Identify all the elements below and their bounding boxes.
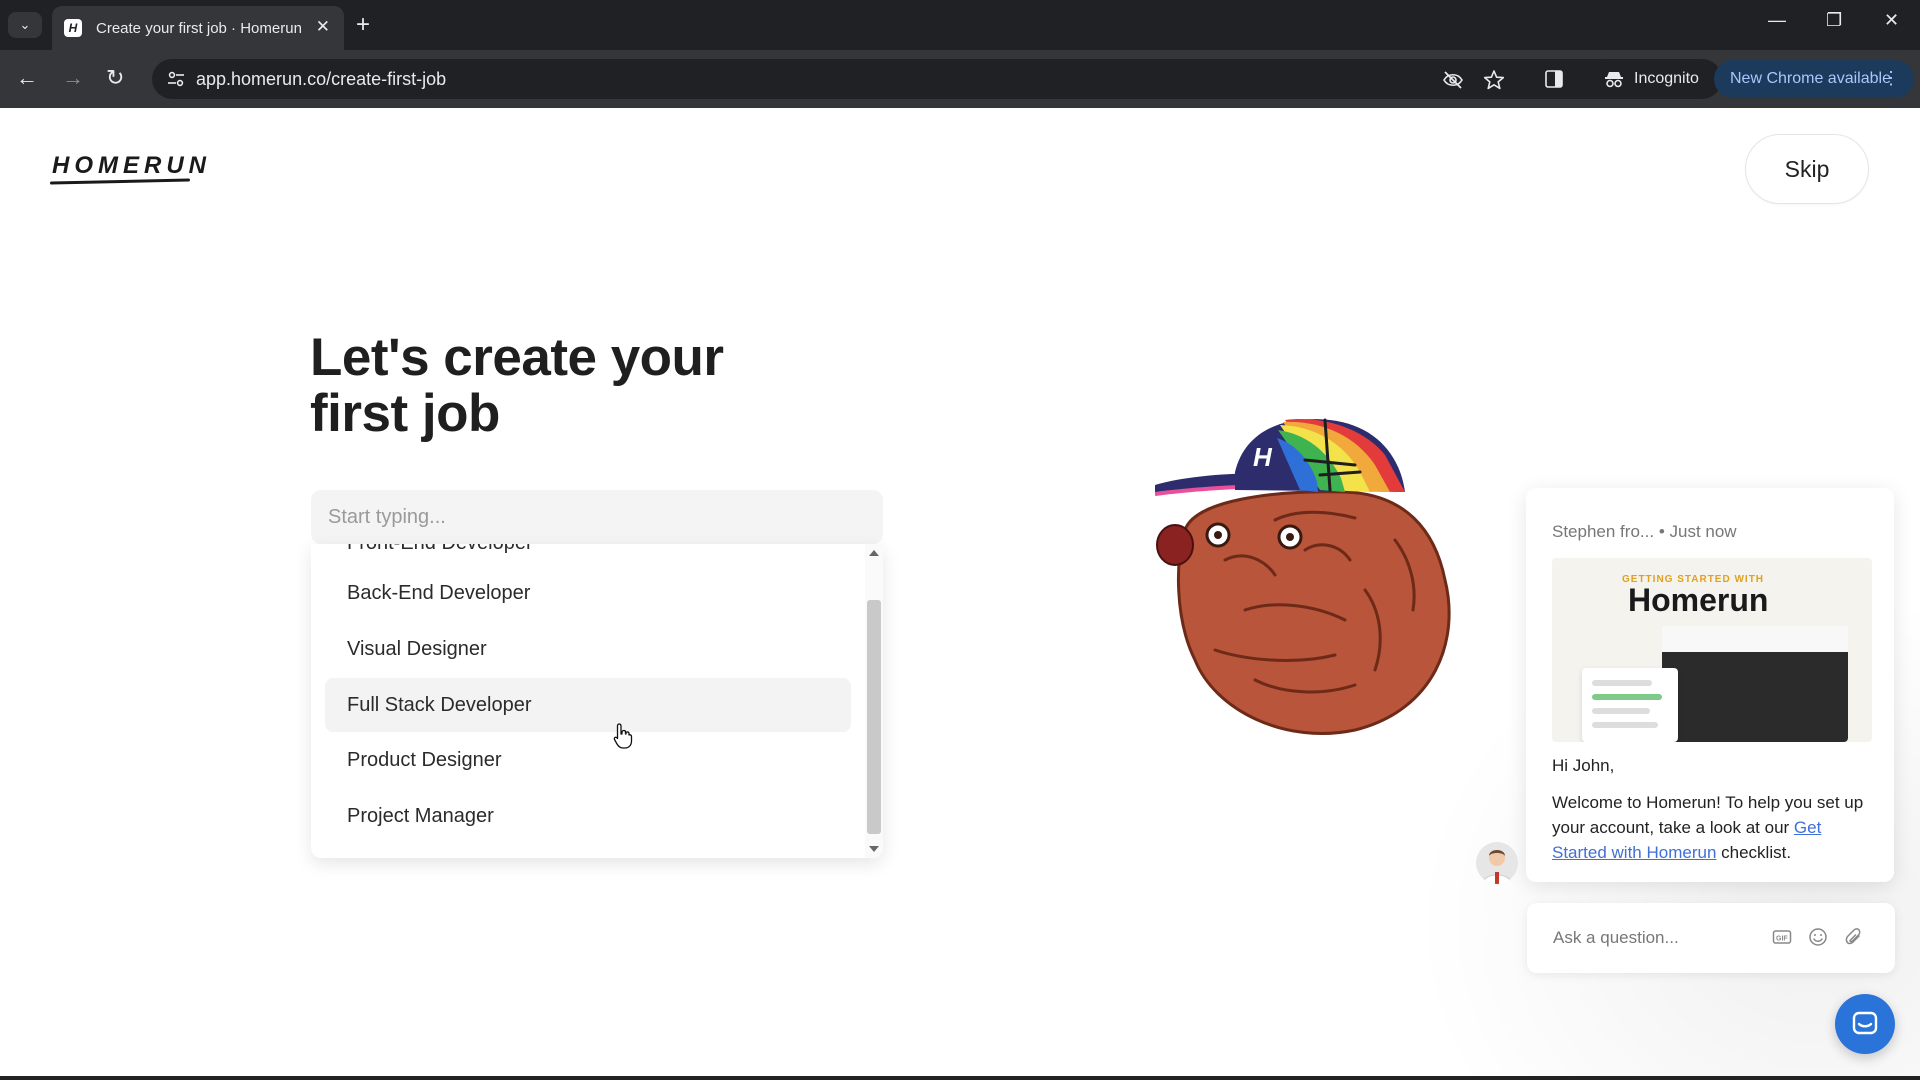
image-row bbox=[1592, 694, 1662, 700]
svg-text:GIF: GIF bbox=[1776, 936, 1788, 943]
option-product-designer[interactable]: Product Designer bbox=[325, 733, 851, 787]
incognito-icon bbox=[1605, 72, 1623, 88]
minimize-icon[interactable]: — bbox=[1768, 10, 1786, 31]
page-title: Let's create your first job bbox=[310, 328, 724, 443]
chat-message-card[interactable]: Stephen fro... • Just now GETTING STARTE… bbox=[1526, 488, 1894, 882]
browser-toolbar: ← → ↻ app.homerun.co/create-first-job In… bbox=[0, 50, 1920, 108]
chat-composer: GIF bbox=[1527, 903, 1895, 973]
image-title: Homerun bbox=[1628, 582, 1769, 618]
arrow-right-icon[interactable]: → bbox=[62, 66, 84, 90]
scroll-down-icon[interactable] bbox=[869, 846, 879, 852]
gif-icon[interactable]: GIF bbox=[1772, 927, 1792, 947]
chevron-down-icon: ⌄ bbox=[19, 17, 31, 32]
getting-started-image[interactable]: GETTING STARTED WITH Homerun bbox=[1552, 558, 1872, 742]
homerun-favicon-icon: H bbox=[64, 19, 82, 37]
chat-message-post: checklist. bbox=[1716, 843, 1792, 862]
bottom-edge bbox=[0, 1076, 1920, 1080]
incognito-indicator[interactable]: Incognito bbox=[1590, 62, 1713, 96]
incognito-label: Incognito bbox=[1634, 70, 1699, 87]
tune-icon[interactable] bbox=[166, 69, 186, 89]
homerun-logo[interactable]: HOMERUN bbox=[52, 152, 211, 180]
skip-button[interactable]: Skip bbox=[1745, 134, 1869, 204]
more-vertical-icon[interactable]: ⋮ bbox=[1882, 68, 1900, 89]
address-bar[interactable]: app.homerun.co/create-first-job bbox=[152, 59, 1722, 99]
chat-icon bbox=[1852, 1011, 1878, 1035]
chat-message-text: Welcome to Homerun! To help you set up y… bbox=[1552, 790, 1874, 865]
image-job-list bbox=[1582, 668, 1678, 742]
side-panel-icon[interactable] bbox=[1544, 69, 1564, 89]
agent-avatar bbox=[1476, 842, 1518, 884]
tab-title: Create your first job · Homerun bbox=[96, 19, 302, 37]
tab-strip: ⌄ H Create your first job · Homerun ✕ + … bbox=[0, 0, 1920, 50]
hand-cursor-icon bbox=[613, 723, 633, 749]
option-back-end-developer[interactable]: Back-End Developer bbox=[325, 566, 851, 620]
mascot-cap-letter: H bbox=[1253, 442, 1273, 472]
new-chrome-button[interactable]: New Chrome available ⋮ bbox=[1714, 60, 1914, 98]
restore-icon[interactable]: ❐ bbox=[1826, 10, 1842, 31]
chat-greeting: Hi John, bbox=[1552, 756, 1615, 775]
url-text: app.homerun.co/create-first-job bbox=[196, 69, 447, 89]
tab-list-button[interactable]: ⌄ bbox=[8, 12, 42, 38]
image-app-bar bbox=[1662, 626, 1848, 652]
emoji-icon[interactable] bbox=[1808, 927, 1828, 947]
image-row bbox=[1592, 680, 1652, 686]
chat-launcher-button[interactable] bbox=[1835, 994, 1895, 1054]
arrow-left-icon[interactable]: ← bbox=[16, 66, 38, 90]
new-chrome-label: New Chrome available bbox=[1730, 70, 1891, 87]
close-icon[interactable]: ✕ bbox=[316, 17, 330, 37]
job-suggestions-dropdown[interactable]: Front-End Developer Back-End Developer V… bbox=[311, 544, 883, 858]
chat-meta: Stephen fro... • Just now bbox=[1552, 522, 1737, 542]
option-project-manager[interactable]: Project Manager bbox=[325, 789, 851, 843]
browser-tab[interactable]: H Create your first job · Homerun ✕ bbox=[52, 6, 344, 50]
new-tab-button[interactable]: + bbox=[356, 10, 370, 40]
scrollbar-thumb[interactable] bbox=[867, 600, 881, 834]
image-row bbox=[1592, 722, 1658, 728]
chat-time: • Just now bbox=[1658, 522, 1737, 541]
window-close-icon[interactable]: ✕ bbox=[1884, 10, 1899, 31]
option-visual-designer[interactable]: Visual Designer bbox=[325, 622, 851, 676]
scroll-up-icon[interactable] bbox=[869, 550, 879, 556]
dropdown-scrollbar[interactable] bbox=[865, 544, 883, 858]
star-icon[interactable] bbox=[1483, 69, 1505, 91]
chat-sender: Stephen fro... bbox=[1552, 522, 1655, 541]
paperclip-icon[interactable] bbox=[1844, 927, 1864, 947]
option-full-stack-developer[interactable]: Full Stack Developer bbox=[325, 678, 851, 732]
eye-off-icon[interactable] bbox=[1442, 69, 1464, 91]
image-app-screenshot bbox=[1662, 626, 1848, 742]
job-title-search-input[interactable] bbox=[311, 490, 883, 544]
reload-icon[interactable]: ↻ bbox=[106, 66, 124, 90]
image-row bbox=[1592, 708, 1650, 714]
ask-question-input[interactable] bbox=[1551, 923, 1755, 953]
